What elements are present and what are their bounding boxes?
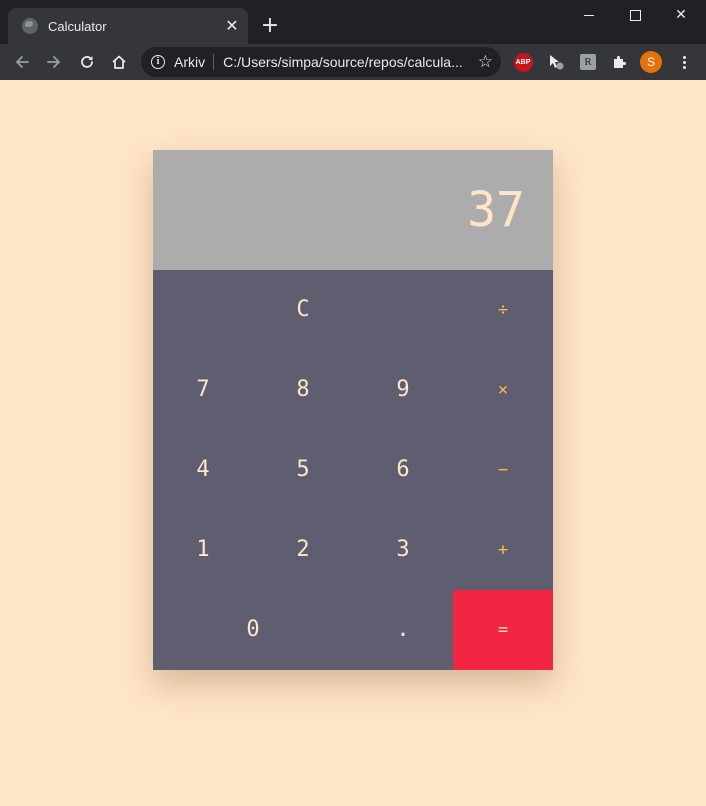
menu-dot-icon xyxy=(682,55,686,59)
minimize-icon xyxy=(584,14,594,16)
reload-icon xyxy=(81,56,93,68)
adblock-extension-button[interactable]: ABP xyxy=(513,52,533,72)
home-button[interactable] xyxy=(105,48,133,76)
add-button[interactable]: + xyxy=(453,510,553,590)
cursor-extension-icon xyxy=(550,55,564,70)
divide-button[interactable]: ÷ xyxy=(453,270,553,350)
info-icon[interactable]: i xyxy=(151,55,165,69)
digit-9-button[interactable]: 9 xyxy=(353,350,453,430)
page-viewport: 37 C ÷ 7 8 9 × 4 5 6 − 1 2 3 + 0 . = xyxy=(0,80,706,806)
subtract-button[interactable]: − xyxy=(453,430,553,510)
address-bar[interactable]: i Arkiv C:/Users/simpa/source/repos/calc… xyxy=(141,47,501,77)
site-chip[interactable]: Arkiv xyxy=(174,54,215,70)
url-text[interactable]: C:/Users/simpa/source/repos/calcula... xyxy=(223,54,468,70)
menu-dot-icon xyxy=(682,60,686,64)
bookmark-star-icon[interactable]: ☆ xyxy=(478,52,493,72)
decimal-button[interactable]: . xyxy=(353,590,453,670)
globe-icon xyxy=(22,18,38,34)
adblock-icon: ABP xyxy=(513,52,533,72)
clear-button[interactable]: C xyxy=(253,270,353,350)
calculator-keypad: C ÷ 7 8 9 × 4 5 6 − 1 2 3 + 0 . = xyxy=(153,270,553,670)
extensions-menu-button[interactable] xyxy=(609,52,629,72)
digit-1-button[interactable]: 1 xyxy=(153,510,253,590)
extension-button[interactable] xyxy=(546,52,566,72)
browser-titlebar: Calculator ✕ + ✕ xyxy=(0,0,706,44)
menu-dot-icon xyxy=(682,65,686,69)
digit-2-button[interactable]: 2 xyxy=(253,510,353,590)
calculator-display: 37 xyxy=(153,150,553,270)
calculator: 37 C ÷ 7 8 9 × 4 5 6 − 1 2 3 + 0 . = xyxy=(153,150,553,670)
digit-8-button[interactable]: 8 xyxy=(253,350,353,430)
close-window-button[interactable]: ✕ xyxy=(658,0,704,30)
digit-6-button[interactable]: 6 xyxy=(353,430,453,510)
digit-3-button[interactable]: 3 xyxy=(353,510,453,590)
arrow-left-icon xyxy=(16,56,29,68)
browser-toolbar: i Arkiv C:/Users/simpa/source/repos/calc… xyxy=(0,44,706,80)
digit-7-button[interactable]: 7 xyxy=(153,350,253,430)
minimize-button[interactable] xyxy=(566,0,612,30)
maximize-icon xyxy=(629,9,641,21)
equals-button[interactable]: = xyxy=(453,590,553,670)
multiply-button[interactable]: × xyxy=(453,350,553,430)
reload-button[interactable] xyxy=(73,48,101,76)
back-button[interactable] xyxy=(8,48,36,76)
tab-close-icon[interactable]: ✕ xyxy=(222,16,242,36)
tab-title: Calculator xyxy=(48,18,107,34)
digit-5-button[interactable]: 5 xyxy=(253,430,353,510)
profile-avatar[interactable]: S xyxy=(640,51,662,73)
home-icon xyxy=(112,55,126,69)
forward-button[interactable] xyxy=(40,48,68,76)
puzzle-icon xyxy=(614,56,626,68)
maximize-button[interactable] xyxy=(612,0,658,30)
r-extension-icon: R xyxy=(580,54,596,70)
extension-r-button[interactable]: R xyxy=(578,52,598,72)
browser-menu-button[interactable] xyxy=(674,52,694,72)
digit-0-button[interactable]: 0 xyxy=(153,590,353,670)
digit-4-button[interactable]: 4 xyxy=(153,430,253,510)
browser-tab[interactable]: Calculator ✕ xyxy=(8,8,248,44)
arrow-right-icon xyxy=(47,56,60,68)
new-tab-button[interactable]: + xyxy=(258,14,282,38)
